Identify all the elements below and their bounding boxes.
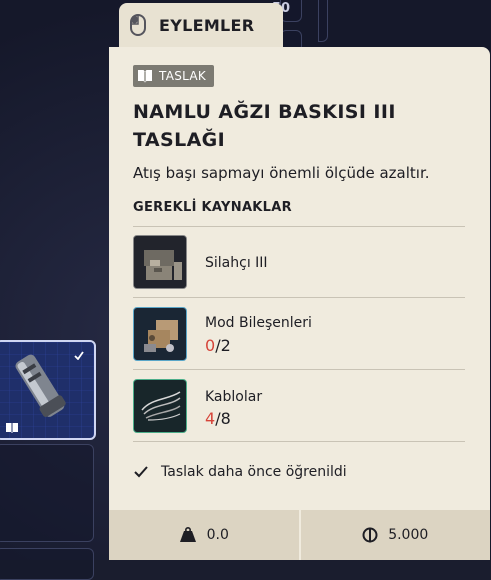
item-type-badge: TASLAK: [133, 65, 215, 87]
resource-need: /2: [215, 336, 231, 355]
item-type-label: TASLAK: [159, 69, 207, 83]
inventory-slot[interactable]: [0, 548, 94, 580]
learned-status: Taslak daha önce öğrenildi: [133, 464, 347, 480]
resource-row: Kablolar 4/8: [133, 379, 465, 437]
divider: [133, 369, 465, 370]
coin-icon: [362, 527, 378, 543]
wires-icon: [133, 379, 187, 433]
divider: [133, 297, 465, 298]
book-icon: [138, 70, 152, 83]
divider: [133, 441, 465, 442]
resource-name: Silahçı III: [205, 255, 268, 271]
resource-count: 4/8: [205, 409, 231, 428]
weight-value: 0.0: [206, 527, 229, 543]
item-tooltip: TASLAK NAMLU AĞZI BASKISI III TASLAĞI At…: [109, 47, 490, 560]
required-resources-heading: GEREKLİ KAYNAKLAR: [133, 200, 292, 215]
resource-have: 0: [205, 336, 216, 355]
resource-count: 0/2: [205, 336, 231, 355]
resource-row: Mod Bileşenleri 0/2: [133, 307, 465, 365]
item-footer: 0.0 5.000: [109, 510, 490, 560]
inventory-slot-selected[interactable]: [0, 340, 96, 440]
resource-name: Mod Bileşenleri: [205, 315, 312, 331]
checkmark-icon: [134, 466, 148, 478]
price-cell: 5.000: [300, 510, 490, 560]
check-icon: [74, 351, 84, 360]
item-description: Atış başı sapmayı önemli ölçüde azaltır.: [133, 164, 430, 182]
resource-have: 4: [205, 409, 216, 428]
resource-need: /8: [215, 409, 231, 428]
inventory-slot[interactable]: [318, 0, 328, 42]
resource-row: Silahçı III: [133, 235, 465, 293]
book-icon: [6, 423, 18, 433]
mod-components-icon: [133, 307, 187, 361]
learned-status-text: Taslak daha önce öğrenildi: [161, 464, 347, 480]
actions-tab-label: EYLEMLER: [159, 15, 255, 35]
weight-icon: [179, 527, 196, 542]
divider: [133, 226, 465, 227]
price-value: 5.000: [388, 527, 429, 543]
weight-cell: 0.0: [109, 510, 299, 560]
actions-tab[interactable]: EYLEMLER: [119, 3, 283, 47]
workbench-icon: [133, 235, 187, 289]
item-title: NAMLU AĞZI BASKISI III TASLAĞI: [133, 101, 396, 151]
mouse-icon: [130, 14, 146, 36]
resource-name: Kablolar: [205, 389, 263, 405]
inventory-slot[interactable]: [0, 444, 94, 542]
